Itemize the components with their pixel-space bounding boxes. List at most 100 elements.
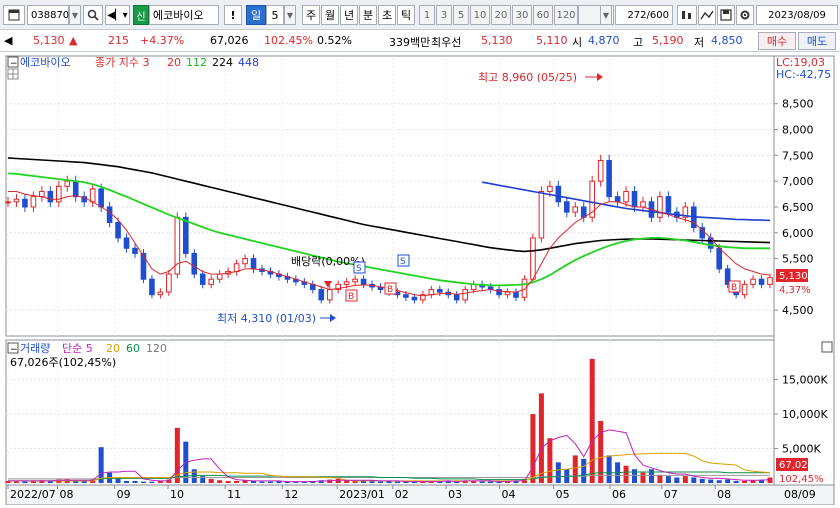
- ma20-label: 20: [167, 56, 181, 69]
- volume-bar: [589, 358, 595, 483]
- volume-bar: [140, 481, 146, 483]
- candle-body: [352, 278, 358, 283]
- save-icon[interactable]: [717, 5, 735, 25]
- candle-body: [428, 289, 435, 296]
- interval-10-button[interactable]: 10: [470, 5, 490, 25]
- candle-body: [555, 185, 562, 203]
- date-field[interactable]: 2023/08/09: [756, 5, 838, 25]
- ask-price: 5,130: [481, 34, 513, 47]
- volume-bar: [648, 469, 654, 483]
- price-axis-label: 8,000: [782, 124, 814, 137]
- interval-dropdown-icon[interactable]: ▼: [600, 5, 612, 25]
- volume-panel-close-icon[interactable]: [821, 341, 833, 353]
- period-number-field[interactable]: 5: [266, 5, 284, 25]
- current-price: 5,130: [33, 34, 65, 47]
- candle-body: [318, 289, 325, 301]
- bid-price: 5,110: [536, 34, 568, 47]
- signal-buy-icon: B: [345, 289, 358, 302]
- candle-body: [606, 160, 612, 198]
- candle-body: [623, 190, 629, 203]
- candle-body: [89, 188, 96, 203]
- code-dropdown-icon[interactable]: ▼: [69, 5, 81, 25]
- drawing-tool-icon[interactable]: [698, 5, 716, 25]
- collapse-minus: −: [10, 59, 18, 69]
- x-axis-label: 03: [448, 488, 462, 501]
- interval-5-button[interactable]: 5: [453, 5, 469, 25]
- price-axis-label: 7,500: [782, 149, 814, 162]
- low-annotation: 최저 4,310 (01/03): [217, 312, 316, 325]
- volume-ma-label: 단순 5: [62, 342, 93, 355]
- signal-sell-icon: S: [397, 254, 410, 267]
- interval-30-button[interactable]: 30: [512, 5, 532, 25]
- period-week-button[interactable]: 주: [302, 5, 320, 25]
- volume-bar: [234, 480, 240, 483]
- candle-body: [157, 291, 164, 296]
- x-axis-label: 10: [170, 488, 184, 501]
- high-label: 고: [633, 36, 644, 49]
- x-axis-label: 12: [284, 488, 298, 501]
- volume-bar: [691, 477, 697, 483]
- period-year-button[interactable]: 년: [340, 5, 358, 25]
- stock-name-field[interactable]: 에코바이오: [149, 5, 219, 25]
- price-axis-label: 6,000: [782, 227, 814, 240]
- sell-button[interactable]: 매도: [798, 32, 836, 50]
- interval-60-button[interactable]: 60: [533, 5, 553, 25]
- volume-bar: [267, 481, 273, 483]
- gear-icon[interactable]: [736, 5, 754, 25]
- interval-120-button[interactable]: 120: [554, 5, 578, 25]
- interval-20-button[interactable]: 20: [491, 5, 511, 25]
- candle-body: [631, 190, 638, 208]
- volume-bar: [394, 481, 400, 483]
- candle-body: [39, 190, 45, 198]
- period-day-button[interactable]: 일: [246, 5, 266, 25]
- x-axis-label: 05: [556, 488, 570, 501]
- period-dropdown-icon[interactable]: ▼: [284, 5, 296, 25]
- svg-text:B: B: [731, 283, 737, 293]
- period-tick-button[interactable]: 틱: [397, 5, 415, 25]
- candle-body: [115, 221, 121, 239]
- volume-bar: [555, 462, 561, 483]
- chart-area[interactable]: 8,500 8,000 7,500 7,000 6,500 6,000 5,500 4,500…: [0, 52, 840, 506]
- candle-body: [614, 196, 621, 203]
- interval-3-button[interactable]: 3: [436, 5, 452, 25]
- candle-body: [208, 278, 215, 285]
- volume-bar: [725, 479, 731, 483]
- candle-body: [758, 278, 765, 285]
- bar-count-max: /600: [646, 9, 669, 21]
- stock-chart-svg[interactable]: 8,500 8,000 7,500 7,000 6,500 6,000 5,500 4,500…: [0, 52, 840, 506]
- candle-body: [106, 206, 113, 223]
- search-icon[interactable]: [83, 5, 103, 25]
- svg-text:−: −: [10, 345, 18, 355]
- x-axis-label: 11: [227, 488, 241, 501]
- volume-bar: [124, 480, 130, 483]
- stock-code-input[interactable]: 038870: [27, 5, 69, 25]
- candle-body: [750, 278, 756, 285]
- quote-scroll-icon[interactable]: ◀: [4, 34, 12, 47]
- open-price: 4,870: [588, 34, 620, 47]
- bar-count-field[interactable]: 272/600: [615, 5, 673, 25]
- candle-body: [436, 289, 443, 293]
- period-minute-button[interactable]: 분: [359, 5, 377, 25]
- volume-bar: [13, 481, 19, 483]
- candle-body: [657, 196, 663, 218]
- warning-button[interactable]: !: [224, 5, 242, 25]
- low-price: 4,850: [711, 34, 743, 47]
- interval-1-button[interactable]: 1: [419, 5, 435, 25]
- volume-value-note: 67,026주(102,45%): [10, 356, 116, 369]
- candle-body: [767, 277, 773, 285]
- candle-body: [140, 252, 147, 280]
- candle-body: [716, 247, 723, 270]
- volume-bar: [767, 477, 773, 483]
- volume-bar: [742, 480, 748, 483]
- x-axis-label: 08: [60, 488, 74, 501]
- buy-button[interactable]: 매수: [758, 32, 796, 50]
- period-second-button[interactable]: 초: [378, 5, 396, 25]
- candle-body: [132, 247, 138, 254]
- indicator-icon[interactable]: [677, 5, 697, 25]
- candle-body: [22, 198, 28, 208]
- chart-window-icon[interactable]: [3, 5, 25, 25]
- volume-bar: [682, 476, 688, 483]
- sound-icon[interactable]: ◀▏▾: [105, 5, 130, 25]
- period-month-button[interactable]: 월: [321, 5, 339, 25]
- svg-text:S: S: [400, 257, 406, 267]
